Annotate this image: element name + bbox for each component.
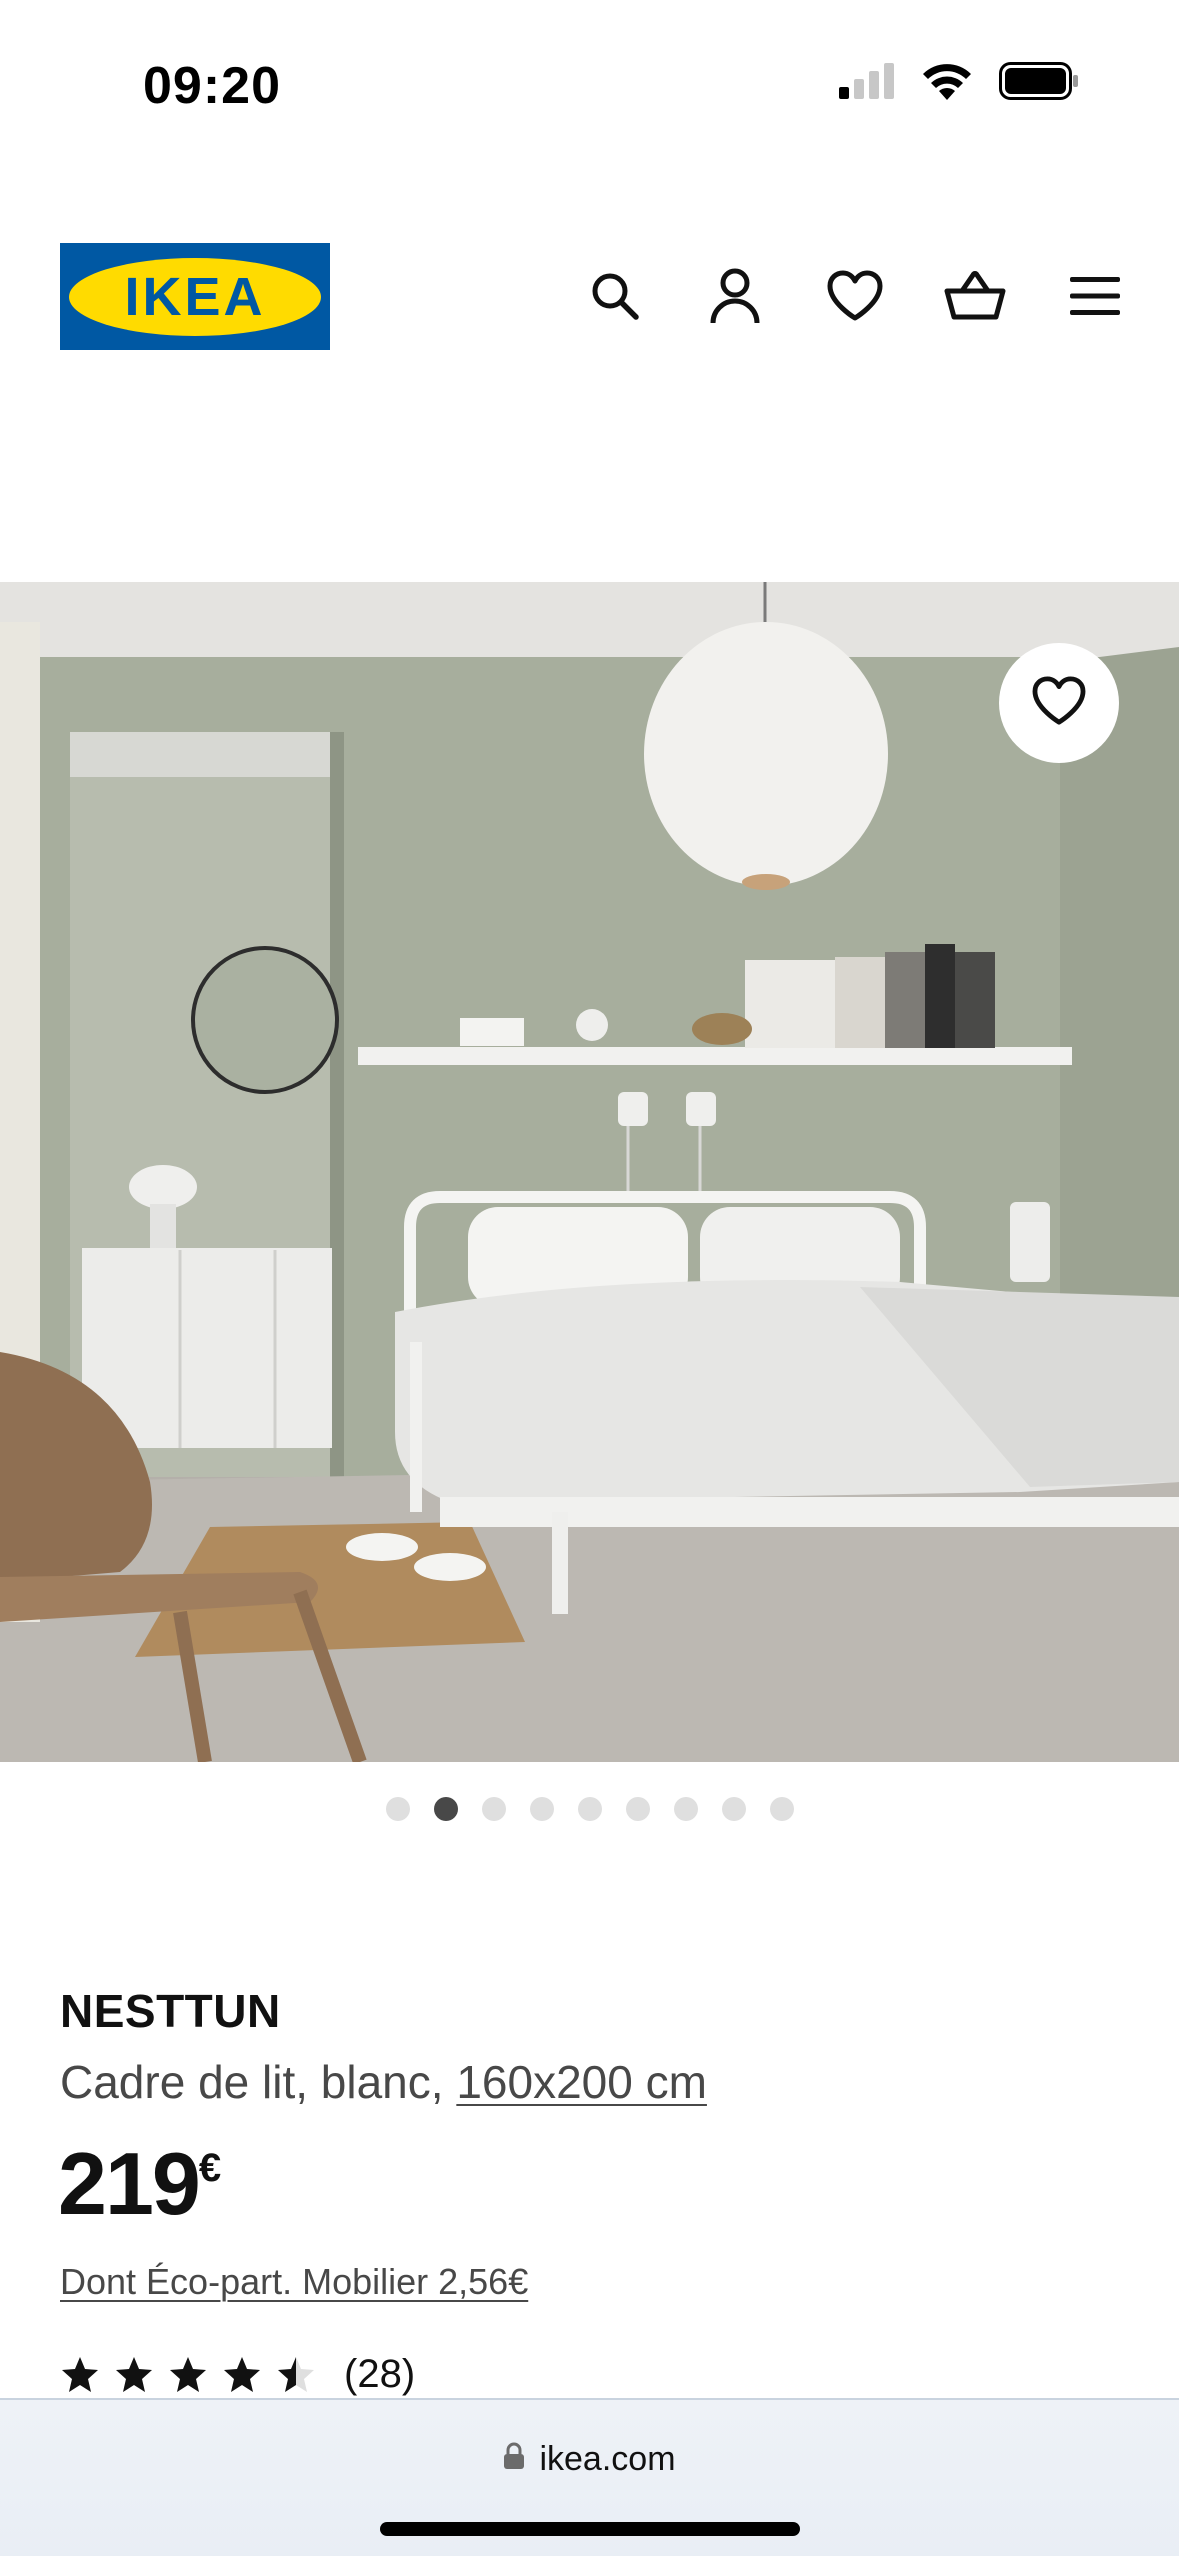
- url-text: ikea.com: [539, 2440, 676, 2478]
- battery-icon: [999, 62, 1079, 105]
- heart-outline-icon: [1031, 675, 1087, 731]
- browser-address-bar: ikea.com: [0, 2398, 1179, 2556]
- ikea-logo[interactable]: IKEA: [60, 243, 330, 350]
- product-type-text: Cadre de lit, blanc,: [60, 2056, 457, 2108]
- star-filled-icon: [62, 2356, 98, 2392]
- size-link[interactable]: 160x200 cm: [456, 2056, 707, 2108]
- carousel-indicator: [0, 1797, 1179, 1821]
- product-image-carousel[interactable]: [0, 582, 1179, 1762]
- menu-icon[interactable]: [1059, 260, 1131, 332]
- carousel-dot[interactable]: [481, 1797, 506, 1821]
- product-image: [0, 582, 1179, 1762]
- product-price: 219 €: [58, 2140, 221, 2228]
- status-icons: [839, 62, 1079, 105]
- home-indicator[interactable]: [380, 2522, 800, 2536]
- add-to-favorites-button[interactable]: [999, 643, 1119, 763]
- carousel-dot[interactable]: [673, 1797, 698, 1821]
- price-currency: €: [198, 2146, 222, 2190]
- lock-icon: [503, 2440, 525, 2479]
- basket-icon[interactable]: [939, 260, 1011, 332]
- product-name: NESTTUN: [60, 1985, 281, 2037]
- product-rating[interactable]: (28): [60, 2352, 415, 2397]
- search-icon[interactable]: [579, 260, 651, 332]
- carousel-dot[interactable]: [433, 1797, 458, 1821]
- account-icon[interactable]: [699, 260, 771, 332]
- carousel-dot[interactable]: [529, 1797, 554, 1821]
- cellular-signal-icon: [839, 63, 895, 104]
- carousel-dot[interactable]: [385, 1797, 410, 1821]
- status-bar: 09:20: [0, 0, 1179, 150]
- star-filled-icon: [116, 2356, 152, 2392]
- eco-participation-link[interactable]: Dont Éco-part. Mobilier 2,56€: [60, 2261, 528, 2303]
- rating-count: (28): [344, 2352, 416, 2396]
- carousel-dot[interactable]: [577, 1797, 602, 1821]
- url-field[interactable]: ikea.com: [0, 2440, 1179, 2479]
- carousel-dot[interactable]: [769, 1797, 794, 1821]
- logo-text: IKEA: [124, 266, 266, 327]
- star-filled-icon: [170, 2356, 206, 2392]
- carousel-dot[interactable]: [721, 1797, 746, 1821]
- site-header: IKEA: [0, 240, 1179, 352]
- product-description: Cadre de lit, blanc, 160x200 cm: [60, 2055, 707, 2109]
- status-time: 09:20: [143, 57, 281, 115]
- carousel-dot[interactable]: [625, 1797, 650, 1821]
- heart-icon[interactable]: [819, 260, 891, 332]
- star-half-icon: [278, 2356, 314, 2392]
- star-filled-icon: [224, 2356, 260, 2392]
- rating-stars: [60, 2355, 316, 2395]
- header-actions: [579, 260, 1131, 332]
- logo-oval: IKEA: [69, 257, 321, 336]
- price-amount: 219: [58, 2134, 201, 2233]
- wifi-icon: [921, 62, 973, 105]
